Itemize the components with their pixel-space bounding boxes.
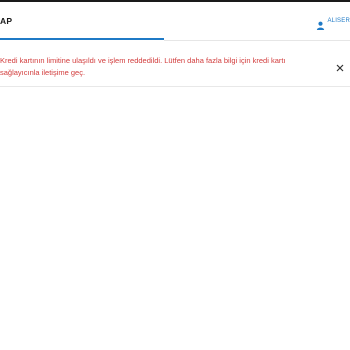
tab-active[interactable]: AP — [0, 2, 164, 40]
user-menu[interactable]: ALISER — [316, 2, 350, 40]
tab-underline — [0, 38, 164, 40]
alert-message: Kredi kartının limitine ulaşıldı ve işle… — [0, 56, 286, 77]
header-divider — [164, 40, 350, 41]
error-alert: Kredi kartının limitine ulaşıldı ve işle… — [0, 48, 350, 87]
user-name: ALISER — [327, 18, 350, 24]
header-bar: AP ALISER — [0, 2, 350, 41]
close-icon[interactable] — [334, 61, 346, 73]
tab-label: AP — [0, 16, 13, 26]
user-icon — [316, 17, 325, 30]
